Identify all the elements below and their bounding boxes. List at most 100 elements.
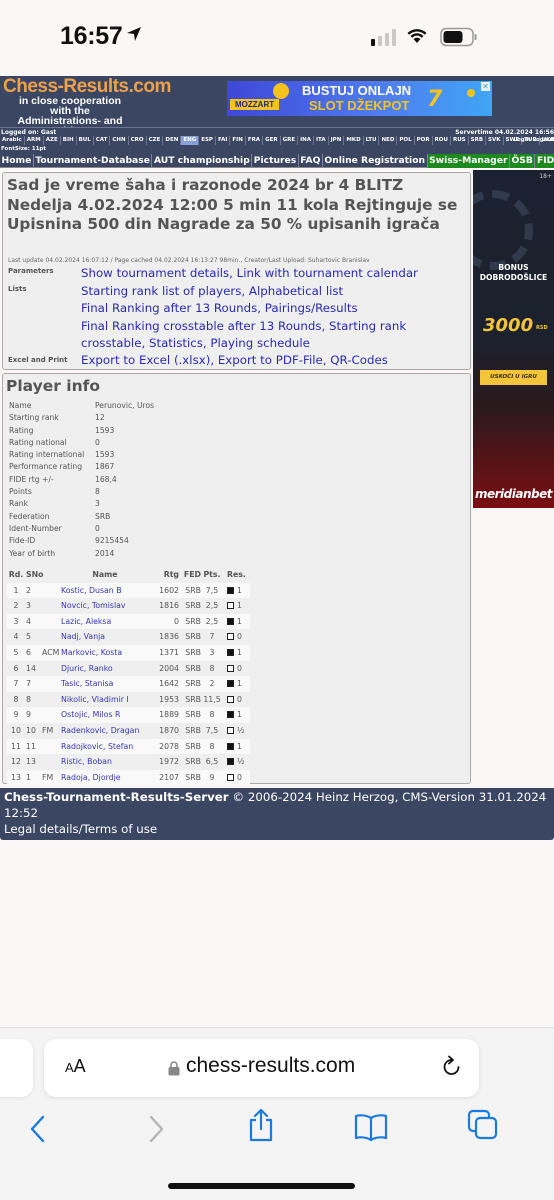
round-number: 7 bbox=[13, 679, 19, 689]
nav-tournament-database[interactable]: Tournament-Database bbox=[34, 154, 153, 168]
language-aze[interactable]: AZE bbox=[44, 136, 61, 145]
result-value: 1 bbox=[237, 710, 242, 720]
language-eng[interactable]: ENG bbox=[181, 136, 200, 145]
share-button[interactable] bbox=[246, 1108, 276, 1146]
opponent-start-number: 1 bbox=[26, 772, 31, 782]
nav-swiss-manager[interactable]: Swiss-Manager bbox=[427, 154, 510, 168]
opponent-name-link[interactable]: Novcic, Tomislav bbox=[61, 598, 149, 614]
starting-rank-link[interactable]: Starting rank list of players bbox=[81, 284, 241, 298]
side-banner-ad[interactable]: 18+ BONUS DOBRODOŠLICE 3000 RSD USKOČI U… bbox=[473, 170, 554, 508]
language-fin[interactable]: FIN bbox=[230, 136, 246, 145]
fontsize-selector[interactable]: FontSize: 11pt bbox=[0, 145, 554, 154]
ad-close-icon[interactable]: ✕ bbox=[481, 82, 490, 91]
legal-link[interactable]: Legal details/Terms of use bbox=[4, 821, 550, 837]
opponent-name-link[interactable]: Nadj, Vanja bbox=[61, 629, 149, 645]
top-banner-ad[interactable]: MOZZART BUSTUJ ONLAJN SLOT DŽEKPOT 7 ✕ bbox=[227, 81, 492, 116]
export-pdf-link[interactable]: Export to PDF-File bbox=[218, 353, 323, 367]
opponent-points: 2,5 bbox=[205, 616, 219, 626]
opponent-points: 2 bbox=[209, 679, 215, 689]
language-arabic[interactable]: Arabic bbox=[0, 136, 25, 145]
nav-pictures[interactable]: Pictures bbox=[252, 154, 299, 168]
final-ranking-link[interactable]: Final Ranking after 13 Rounds bbox=[81, 301, 257, 315]
qr-codes-link[interactable]: QR-Codes bbox=[330, 353, 388, 367]
language-por[interactable]: POR bbox=[415, 136, 433, 145]
nav-faq[interactable]: FAQ bbox=[299, 154, 323, 168]
opponent-name-link[interactable]: Tasic, Stanisa bbox=[61, 676, 149, 692]
url-text[interactable]: chess-results.com bbox=[186, 1054, 355, 1078]
language-rou[interactable]: ROU bbox=[433, 136, 451, 145]
opponent-start-number: 2 bbox=[26, 585, 31, 595]
language-ger[interactable]: GER bbox=[263, 136, 281, 145]
opponent-name-link[interactable]: Radojkovic, Stefan bbox=[61, 739, 149, 755]
pairings-results-link[interactable]: Pairings/Results bbox=[265, 301, 358, 315]
alphabetical-list-link[interactable]: Alphabetical list bbox=[249, 284, 343, 298]
language-ina[interactable]: INA bbox=[298, 136, 314, 145]
language-den[interactable]: DEN bbox=[163, 136, 182, 145]
forward-button[interactable] bbox=[145, 1114, 167, 1148]
language-fra[interactable]: FRA bbox=[246, 136, 264, 145]
nav--sb[interactable]: ÖSB bbox=[510, 154, 536, 168]
address-bar[interactable]: AA chess-results.com bbox=[44, 1039, 479, 1097]
opponent-name-link[interactable]: Markovic, Kosta bbox=[61, 645, 149, 661]
language-ita[interactable]: ITA bbox=[314, 136, 329, 145]
back-button[interactable] bbox=[27, 1114, 49, 1148]
reload-icon[interactable] bbox=[441, 1055, 463, 1083]
parameters-label: Parameters bbox=[8, 267, 54, 275]
ad-cta-button[interactable]: USKOČI U IGRU bbox=[480, 370, 547, 385]
game-result: 1 bbox=[223, 645, 249, 661]
language-mkd[interactable]: MKD bbox=[344, 136, 364, 145]
language-bul[interactable]: BUL bbox=[77, 136, 94, 145]
opponent-name-link[interactable]: Ristic, Boban bbox=[61, 754, 149, 770]
tabs-button[interactable] bbox=[467, 1109, 499, 1145]
language-arm[interactable]: ARM bbox=[25, 136, 44, 145]
opponent-name-link[interactable]: Nikolic, Vladimir I bbox=[61, 692, 149, 708]
home-indicator[interactable] bbox=[168, 1183, 355, 1189]
opponent-name-link[interactable]: Kostic, Dusan B bbox=[61, 583, 149, 599]
language-cze[interactable]: CZE bbox=[147, 136, 164, 145]
export-excel-link[interactable]: Export to Excel (.xlsx) bbox=[81, 353, 210, 367]
game-row: 5 6 ACM Markovic, Kosta 1371 SRB 3 1 bbox=[7, 644, 250, 661]
language-ltu[interactable]: LTU bbox=[364, 136, 380, 145]
field-value: Perunovic, Uros bbox=[95, 401, 155, 410]
language-esp[interactable]: ESP bbox=[199, 136, 216, 145]
language-chn[interactable]: CHN bbox=[110, 136, 129, 145]
show-tournament-details-link[interactable]: Show tournament details bbox=[81, 266, 229, 280]
final-crosstable-link[interactable]: Final Ranking crosstable after 13 Rounds bbox=[81, 319, 322, 333]
language-srb[interactable]: SRB bbox=[469, 136, 487, 145]
poker-chip-graphic bbox=[473, 190, 533, 270]
statistics-link[interactable]: Statistics bbox=[149, 336, 203, 350]
opponent-name-link[interactable]: Radoja, Djordje bbox=[61, 770, 149, 786]
nav-online-registration[interactable]: Online Registration bbox=[323, 154, 428, 168]
login-logout-links[interactable]: Login Logout bbox=[514, 137, 554, 143]
language-fai[interactable]: FAI bbox=[216, 136, 231, 145]
language-svk[interactable]: SVK bbox=[486, 136, 504, 145]
nav-fide[interactable]: FIDE bbox=[535, 154, 554, 168]
playing-schedule-link[interactable]: Playing schedule bbox=[210, 336, 309, 350]
opponent-name-link[interactable]: Ostojic, Milos R bbox=[61, 707, 149, 723]
battery-icon bbox=[440, 27, 478, 51]
player-info-row: Rank 3 bbox=[9, 498, 154, 510]
opponent-name-link[interactable]: Radenkovic, Dragan bbox=[61, 723, 149, 739]
opponent-name-link[interactable]: Djuric, Ranko bbox=[61, 661, 149, 677]
nav-home[interactable]: Home bbox=[0, 154, 34, 168]
previous-tab-preview[interactable] bbox=[0, 1039, 33, 1097]
language-cat[interactable]: CAT bbox=[94, 136, 111, 145]
language-ned[interactable]: NED bbox=[379, 136, 398, 145]
language-pol[interactable]: POL bbox=[397, 136, 415, 145]
nav-aut-championship[interactable]: AUT championship bbox=[152, 154, 253, 168]
language-rus[interactable]: RUS bbox=[451, 136, 469, 145]
language-jpn[interactable]: JPN bbox=[329, 136, 345, 145]
field-label: Rating international bbox=[9, 450, 85, 460]
game-row: 4 5 Nadj, Vanja 1836 SRB 7 0 bbox=[7, 629, 250, 645]
language-gre[interactable]: GRE bbox=[281, 136, 299, 145]
opponent-rating: 1889 bbox=[159, 710, 179, 720]
language-bih[interactable]: BIH bbox=[61, 136, 77, 145]
round-number: 11 bbox=[11, 741, 21, 751]
tournament-calendar-link[interactable]: Link with tournament calendar bbox=[237, 266, 418, 280]
opponent-start-number: 7 bbox=[26, 679, 31, 689]
reader-text-size-button[interactable]: AA bbox=[65, 1056, 86, 1077]
opponent-name-link[interactable]: Lazic, Aleksa bbox=[61, 614, 149, 630]
result-value: 1 bbox=[237, 601, 242, 611]
language-cro[interactable]: CRO bbox=[129, 136, 147, 145]
bookmarks-button[interactable] bbox=[354, 1112, 388, 1146]
